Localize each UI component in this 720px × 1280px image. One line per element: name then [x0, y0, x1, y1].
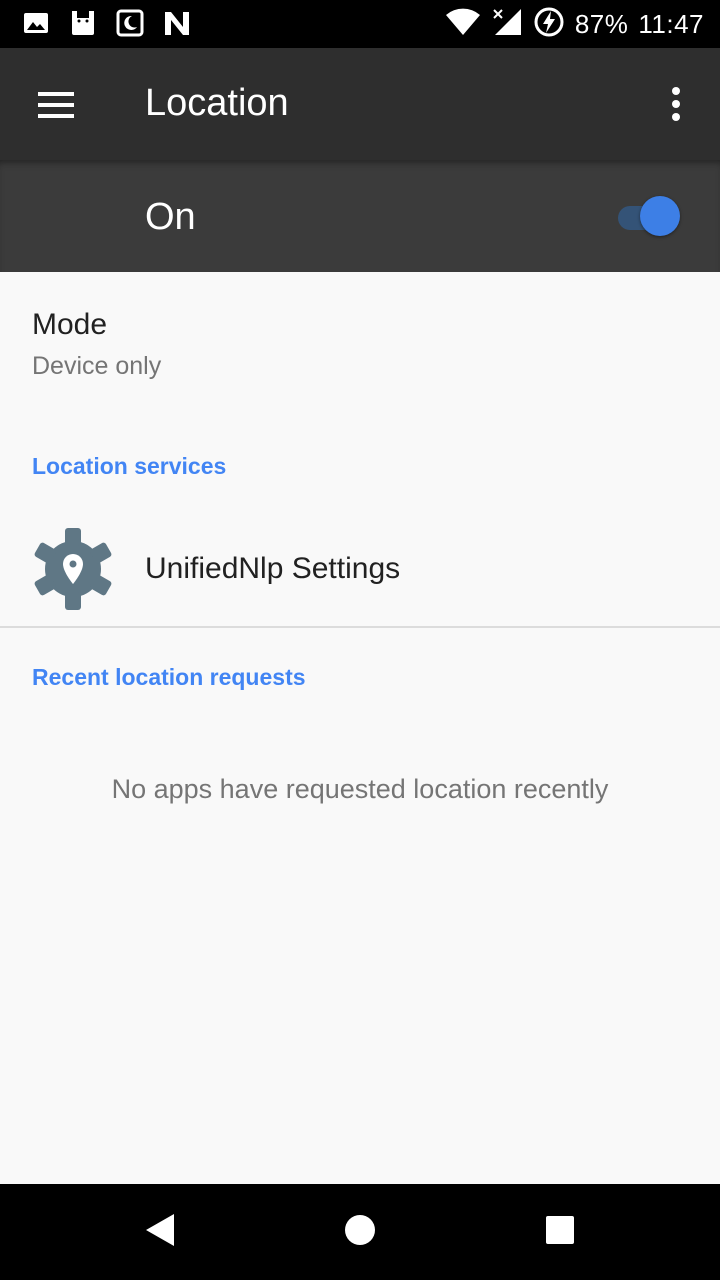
unifiednlp-settings-label: UnifiedNlp Settings	[145, 552, 401, 585]
notification-icons	[22, 8, 192, 43]
recents-button[interactable]	[500, 1184, 620, 1280]
navigation-bar	[0, 1184, 720, 1280]
menu-icon[interactable]	[38, 92, 74, 123]
location-services-header: Location services	[32, 453, 227, 479]
signal-icon	[491, 7, 523, 42]
n-icon	[162, 9, 192, 42]
recent-requests-header: Recent location requests	[32, 664, 306, 690]
page-title: Location	[145, 82, 289, 124]
unifiednlp-settings-item[interactable]: UnifiedNlp Settings	[0, 510, 720, 626]
back-button[interactable]	[100, 1184, 220, 1280]
location-switch-bar[interactable]: On	[0, 160, 720, 272]
back-icon	[144, 1213, 176, 1252]
switch-label: On	[145, 196, 196, 238]
more-vert-icon[interactable]	[670, 86, 682, 127]
home-icon	[344, 1214, 376, 1251]
image-icon	[22, 9, 50, 42]
battery-charging-icon	[533, 6, 565, 43]
location-toggle[interactable]	[614, 196, 682, 236]
system-status-icons: 87% 11:47	[445, 6, 704, 43]
clock: 11:47	[638, 8, 704, 39]
battery-percent: 87%	[574, 8, 629, 39]
recents-icon	[545, 1215, 575, 1250]
wifi-icon	[445, 7, 481, 42]
home-button[interactable]	[300, 1184, 420, 1280]
app-toolbar: Location	[0, 48, 720, 160]
mode-title: Mode	[32, 308, 108, 341]
gear-location-icon	[32, 528, 114, 615]
mode-summary: Device only	[32, 352, 162, 380]
status-bar: 87% 11:47	[0, 0, 720, 48]
empty-state-text: No apps have requested location recently	[111, 774, 609, 804]
divider	[0, 626, 720, 628]
android-icon	[68, 8, 98, 43]
moon-icon	[116, 9, 144, 42]
toggle-thumb	[640, 196, 680, 236]
mode-preference[interactable]: Mode Device only	[0, 272, 720, 402]
